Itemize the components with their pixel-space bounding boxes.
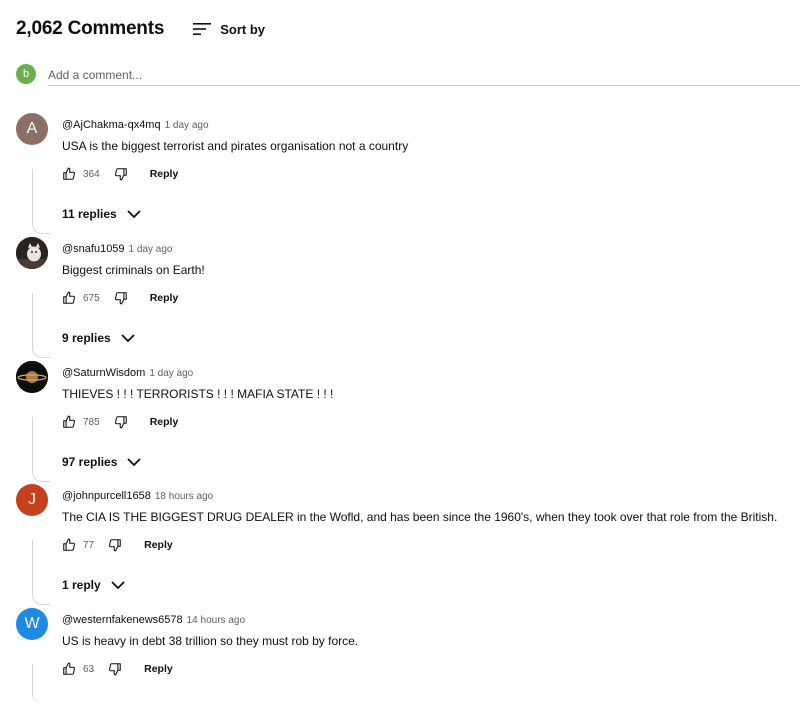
saturn-avatar xyxy=(16,361,48,393)
like-button[interactable] xyxy=(62,291,76,305)
chevron-down-icon xyxy=(127,210,141,219)
add-comment-row: b xyxy=(16,64,800,86)
comment-time[interactable]: 1 day ago xyxy=(149,368,193,379)
chevron-down-icon xyxy=(111,581,125,590)
comment-meta: @johnpurcell1658 18 hours ago xyxy=(62,490,213,502)
add-comment-input[interactable] xyxy=(48,64,800,86)
comment-author[interactable]: @westernfakenews6578 xyxy=(62,614,183,626)
comment-time[interactable]: 18 hours ago xyxy=(155,491,213,502)
thumbs-down-icon xyxy=(109,539,121,552)
thumbs-up-icon xyxy=(63,415,75,428)
comment-time[interactable]: 14 hours ago xyxy=(187,615,245,626)
comment-thread: @snafu1059 1 day ago Biggest criminals on… xyxy=(16,237,800,358)
avatar[interactable]: A xyxy=(16,113,48,145)
comment-text: THIEVES ! ! ! TERRORISTS ! ! ! MAFIA STA… xyxy=(62,387,334,401)
reply-button[interactable]: Reply xyxy=(144,663,173,675)
like-count: 63 xyxy=(83,663,95,675)
thumbs-up-icon xyxy=(63,538,75,551)
comment-text: USA is the biggest terrorist and pirates… xyxy=(62,139,409,153)
avatar[interactable]: W xyxy=(16,608,48,640)
comment-author[interactable]: @snafu1059 xyxy=(62,243,125,255)
dislike-button[interactable] xyxy=(108,538,122,552)
replies-count: 11 replies xyxy=(62,207,117,221)
chevron-down-icon xyxy=(121,334,135,343)
thumbs-down-icon xyxy=(114,416,127,429)
comment-text: US is heavy in debt 38 trillion so they … xyxy=(62,634,359,648)
view-replies-button[interactable]: 97 replies xyxy=(62,455,142,469)
comment-actions: 675 Reply xyxy=(62,289,178,307)
comment-thread: A @AjChakma-qx4mq 1 day ago USA is the bi… xyxy=(16,113,800,234)
like-count: 675 xyxy=(83,292,100,304)
thumbs-down-icon xyxy=(109,663,121,676)
thumbs-down-icon xyxy=(114,292,127,305)
comment-actions: 63 Reply xyxy=(62,660,173,678)
comment-meta: @AjChakma-qx4mq 1 day ago xyxy=(62,119,209,131)
sort-icon xyxy=(193,23,212,35)
avatar[interactable] xyxy=(16,361,48,393)
view-replies-button[interactable]: 9 replies xyxy=(62,331,135,345)
dislike-button[interactable] xyxy=(114,415,128,429)
comment-thread: W @westernfakenews6578 14 hours ago US is… xyxy=(16,608,800,704)
dislike-button[interactable] xyxy=(114,167,128,181)
comment-author[interactable]: @johnpurcell1658 xyxy=(62,490,151,502)
thread-connector xyxy=(32,417,50,482)
comment-actions: 77 Reply xyxy=(62,536,173,554)
comment-time[interactable]: 1 day ago xyxy=(129,244,173,255)
comment-meta: @westernfakenews6578 14 hours ago xyxy=(62,614,245,626)
dislike-button[interactable] xyxy=(114,291,128,305)
thumbs-up-icon xyxy=(63,291,75,304)
thread-connector xyxy=(32,540,50,605)
thumbs-down-icon xyxy=(114,168,127,181)
like-count: 364 xyxy=(83,168,100,180)
comment-time[interactable]: 1 day ago xyxy=(165,120,209,131)
view-replies-button[interactable]: 1 reply xyxy=(62,578,125,592)
avatar[interactable]: b xyxy=(16,64,36,84)
comment-count: 2,062 Comments xyxy=(16,18,165,39)
comment-meta: @snafu1059 1 day ago xyxy=(62,243,172,255)
avatar[interactable]: J xyxy=(16,484,48,516)
comment-text: The CIA IS THE BIGGEST DRUG DEALER in th… xyxy=(62,510,778,524)
sort-by-label: Sort by xyxy=(220,21,266,37)
comments-header: 2,062 Comments Sort by xyxy=(16,18,265,40)
thread-connector xyxy=(32,293,50,358)
like-count: 785 xyxy=(83,416,100,428)
like-button[interactable] xyxy=(62,662,76,676)
avatar[interactable] xyxy=(16,237,48,269)
comment-thread: @SaturnWisdom 1 day ago THIEVES ! ! ! TER… xyxy=(16,361,800,482)
reply-button[interactable]: Reply xyxy=(150,292,179,304)
comment-actions: 364 Reply xyxy=(62,165,178,183)
like-button[interactable] xyxy=(62,538,76,552)
comment-author[interactable]: @AjChakma-qx4mq xyxy=(62,119,161,131)
comment-meta: @SaturnWisdom 1 day ago xyxy=(62,367,193,379)
thumbs-up-icon xyxy=(63,167,75,180)
comment-author[interactable]: @SaturnWisdom xyxy=(62,367,145,379)
reply-button[interactable]: Reply xyxy=(144,539,173,551)
thread-connector xyxy=(32,169,50,234)
dog-photo-avatar xyxy=(16,237,48,269)
comment-thread: J @johnpurcell1658 18 hours ago The CIA I… xyxy=(16,484,800,605)
comment-actions: 785 Reply xyxy=(62,413,178,431)
replies-count: 1 reply xyxy=(62,578,101,592)
thread-connector xyxy=(32,664,50,704)
like-button[interactable] xyxy=(62,167,76,181)
replies-count: 9 replies xyxy=(62,331,111,345)
view-replies-button[interactable]: 11 replies xyxy=(62,207,141,221)
replies-count: 97 replies xyxy=(62,455,118,469)
dislike-button[interactable] xyxy=(108,662,122,676)
like-count: 77 xyxy=(83,539,95,551)
sort-by-button[interactable]: Sort by xyxy=(192,21,265,37)
thumbs-up-icon xyxy=(63,662,75,675)
comment-text: Biggest criminals on Earth! xyxy=(62,263,205,277)
chevron-down-icon xyxy=(127,458,142,467)
like-button[interactable] xyxy=(62,415,76,429)
reply-button[interactable]: Reply xyxy=(150,416,179,428)
reply-button[interactable]: Reply xyxy=(150,168,179,180)
